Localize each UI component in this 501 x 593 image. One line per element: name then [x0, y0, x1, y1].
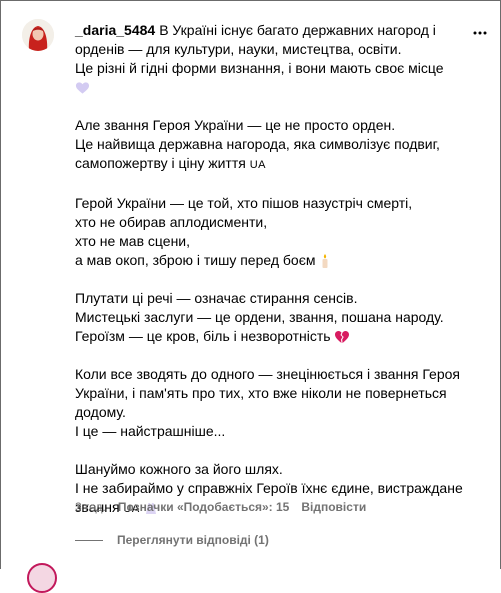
line: _daria_5484 В Україні існує багато держав… — [75, 21, 467, 40]
text-line: Мистецькі заслуги — це ордени, звання, п… — [75, 309, 444, 325]
purple-heart-icon — [75, 82, 90, 94]
text-line: хто не мав сцени, — [75, 233, 191, 249]
text-line: орденів — для культури, науки, мистецтва… — [75, 41, 402, 57]
broken-heart-icon — [335, 331, 350, 344]
divider-line — [75, 539, 103, 541]
view-replies-button[interactable]: Переглянути відповіді (1) — [75, 532, 269, 548]
text-line: Шануймо кожного за його шлях. — [75, 461, 283, 477]
candle-icon — [322, 254, 328, 269]
avatar-image — [22, 19, 54, 51]
text-line: України, і пам'ять про тих, хто вже ніко… — [75, 385, 447, 401]
flag-ua-text: UA — [249, 159, 266, 171]
paragraph-1: _daria_5484 В Україні існує багато держав… — [75, 21, 467, 97]
timestamp[interactable]: 3 год. — [75, 498, 106, 517]
line: Героїзм — це кров, біль і незворотність — [75, 327, 467, 346]
text-line: І не забираймо у справжніх Героїв їхнє є… — [75, 480, 463, 496]
line — [75, 78, 467, 97]
more-options-button[interactable] — [473, 25, 487, 41]
next-comment-avatar[interactable] — [27, 563, 57, 593]
paragraph-4: Плутати ці речі — означає стирання сенсі… — [75, 289, 467, 346]
text-line: Але звання Героя України — це не просто … — [75, 117, 396, 133]
reply-button[interactable]: Відповісти — [301, 498, 366, 517]
text-line: Це найвища державна нагорода, яка символ… — [75, 136, 440, 152]
paragraph-5: Коли все зводять до одного — знецінюєтьс… — [75, 365, 467, 441]
text-line: В Україні існує багато державних нагород… — [159, 22, 436, 38]
text-line: Героїзм — це кров, біль і незворотність — [75, 328, 331, 344]
text-line: Плутати ці речі — означає стирання сенсі… — [75, 290, 358, 306]
line: а мав окоп, зброю і тишу перед боєм — [75, 251, 467, 270]
likes-count-link[interactable]: Позначки «Подобається»: 15 — [118, 498, 289, 517]
text-line: а мав окоп, зброю і тишу перед боєм — [75, 252, 316, 268]
username-link[interactable]: _daria_5484 — [75, 22, 155, 38]
text-line: самопожертву і ціну життя — [75, 155, 246, 171]
paragraph-3: Герой України — це той, хто пішов назуст… — [75, 194, 467, 270]
comment-body: _daria_5484 В Україні існує багато держав… — [75, 21, 467, 519]
more-horizontal-icon — [473, 31, 487, 35]
avatar[interactable] — [22, 19, 54, 51]
comment-meta: 3 год. Позначки «Подобається»: 15 Відпов… — [75, 498, 366, 517]
view-replies-label: Переглянути відповіді (1) — [117, 532, 269, 547]
text-line: Коли все зводять до одного — знецінюєтьс… — [75, 366, 460, 382]
text-line: додому. — [75, 404, 126, 420]
text-line: Герой України — це той, хто пішов назуст… — [75, 195, 413, 211]
paragraph-2: Але звання Героя України — це не просто … — [75, 116, 467, 175]
text-line: Це різні й гідні форми визнання, і вони … — [75, 60, 444, 76]
text-line: хто не обирав аплодисменти, — [75, 214, 268, 230]
text-line: І це — найстрашніше... — [75, 423, 226, 439]
line: самопожертву і ціну життя UA — [75, 154, 467, 175]
